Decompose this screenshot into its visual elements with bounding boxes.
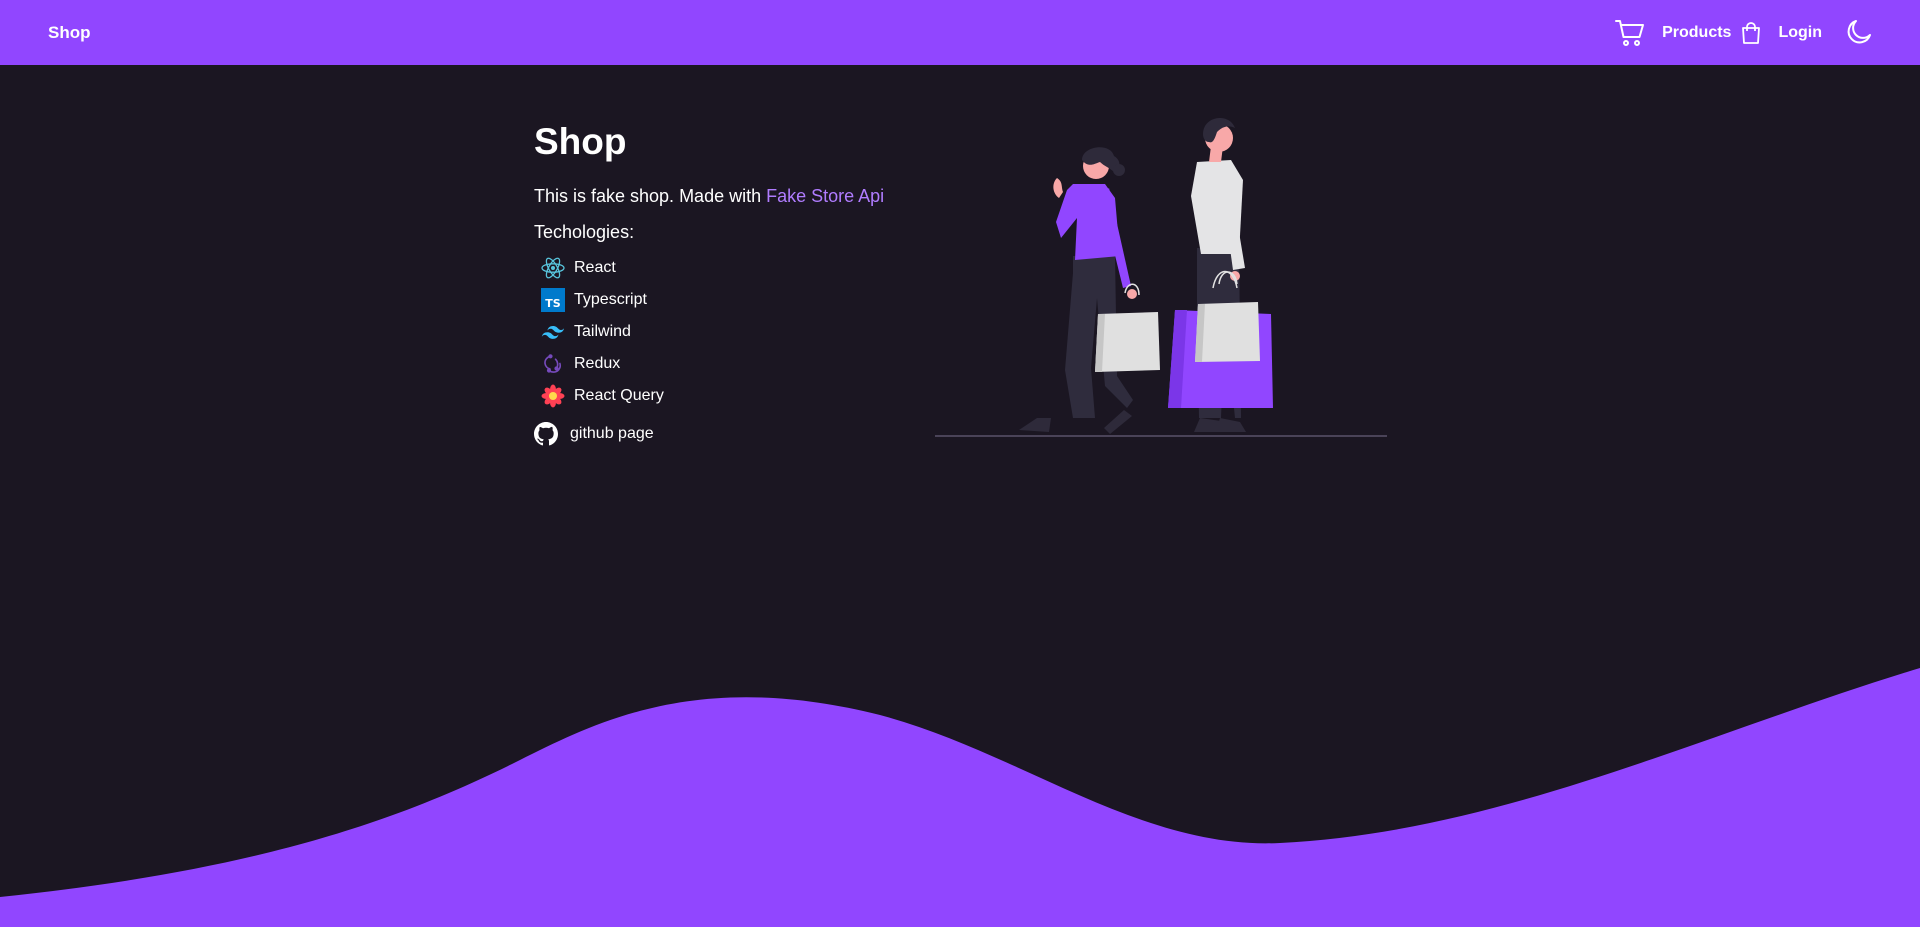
products-link[interactable]: Products	[1662, 24, 1731, 42]
cart-icon[interactable]	[1615, 19, 1645, 47]
description-text: This is fake shop. Made with	[534, 186, 767, 206]
nav-right: Products Login	[1615, 19, 1872, 47]
typescript-icon: TS	[541, 288, 565, 312]
redux-icon	[541, 352, 565, 376]
hero-content: Shop This is fake shop. Made with Fake S…	[534, 118, 884, 446]
tailwind-icon	[541, 320, 565, 344]
list-item: Tailwind	[541, 316, 884, 348]
tech-label: Tailwind	[574, 323, 631, 340]
page-title: Shop	[534, 121, 627, 162]
tech-label: React Query	[574, 387, 664, 404]
svg-text:TS: TS	[545, 297, 561, 310]
react-query-icon	[541, 384, 565, 408]
github-label: github page	[570, 425, 654, 442]
moon-icon[interactable]	[1844, 19, 1872, 47]
fake-store-api-link[interactable]: Fake Store Api	[766, 186, 884, 206]
github-icon	[534, 422, 558, 446]
tech-label: Typescript	[574, 291, 647, 308]
login-link[interactable]: Login	[1778, 24, 1822, 42]
react-icon	[541, 256, 565, 280]
brand-link[interactable]: Shop	[48, 23, 91, 43]
github-link[interactable]: github page	[534, 422, 884, 446]
description: This is fake shop. Made with Fake Store …	[534, 184, 884, 208]
navbar: Shop Products Login	[0, 0, 1920, 65]
list-item: React	[541, 252, 884, 284]
tech-label: Redux	[574, 355, 621, 372]
technologies-heading: Techologies:	[534, 222, 635, 242]
shopping-people-illustration	[935, 118, 1387, 437]
list-item: React Query	[541, 380, 884, 412]
list-item: Redux	[541, 348, 884, 380]
technologies-list: React TS Typescript Tailwind Redux React…	[534, 252, 884, 412]
shopping-bag-icon[interactable]	[1741, 21, 1761, 44]
list-item: TS Typescript	[541, 284, 884, 316]
tech-label: React	[574, 259, 616, 276]
